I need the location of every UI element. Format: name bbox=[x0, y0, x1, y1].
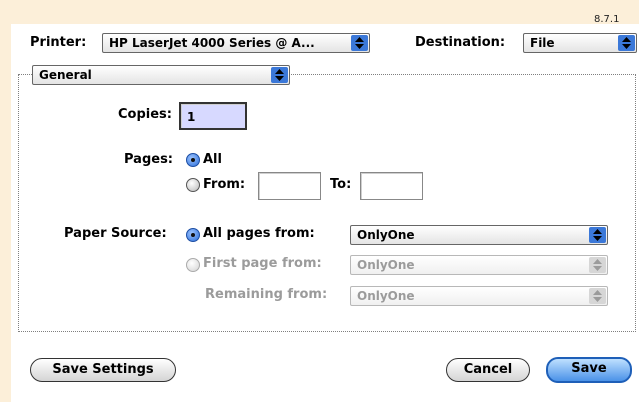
title-strip bbox=[0, 0, 639, 24]
updown-arrows-icon bbox=[618, 35, 635, 51]
first-page-select-value: OnlyOne bbox=[357, 258, 415, 272]
all-pages-select[interactable]: OnlyOne bbox=[350, 225, 608, 245]
destination-select-value: File bbox=[530, 36, 555, 50]
pages-from-label: From: bbox=[203, 177, 246, 192]
updown-arrows-icon bbox=[589, 227, 606, 243]
destination-label: Destination: bbox=[415, 35, 506, 50]
updown-arrows-icon bbox=[589, 288, 606, 304]
all-pages-label: All pages from: bbox=[203, 226, 315, 241]
printer-label: Printer: bbox=[30, 35, 87, 50]
updown-arrows-icon bbox=[271, 67, 288, 83]
pages-all-label: All bbox=[203, 152, 222, 167]
save-button[interactable]: Save bbox=[546, 357, 632, 383]
left-strip bbox=[0, 0, 11, 402]
printer-select[interactable]: HP LaserJet 4000 Series @ A... bbox=[102, 33, 370, 53]
first-page-radio[interactable] bbox=[186, 258, 200, 272]
pages-from-radio[interactable] bbox=[186, 178, 200, 192]
pages-label: Pages: bbox=[124, 152, 174, 167]
paper-source-label: Paper Source: bbox=[64, 226, 167, 241]
updown-arrows-icon bbox=[589, 257, 606, 273]
section-select-value: General bbox=[39, 68, 92, 82]
first-page-label: First page from: bbox=[203, 256, 322, 271]
all-pages-select-value: OnlyOne bbox=[357, 228, 415, 242]
pages-to-input[interactable] bbox=[360, 172, 423, 200]
all-pages-radio[interactable] bbox=[186, 228, 200, 242]
remaining-select-value: OnlyOne bbox=[357, 289, 415, 303]
printer-select-value: HP LaserJet 4000 Series @ A... bbox=[109, 36, 315, 50]
remaining-select[interactable]: OnlyOne bbox=[350, 286, 608, 306]
copies-label: Copies: bbox=[118, 107, 172, 122]
cancel-button[interactable]: Cancel bbox=[446, 358, 530, 382]
version-label: 8.7.1 bbox=[594, 14, 620, 25]
updown-arrows-icon bbox=[351, 35, 368, 51]
pages-from-input[interactable] bbox=[258, 172, 321, 200]
destination-select[interactable]: File bbox=[523, 33, 637, 53]
section-select[interactable]: General bbox=[32, 65, 290, 85]
first-page-select[interactable]: OnlyOne bbox=[350, 255, 608, 275]
remaining-label: Remaining from: bbox=[205, 287, 328, 302]
pages-to-label: To: bbox=[330, 177, 352, 192]
pages-all-radio[interactable] bbox=[186, 153, 200, 167]
print-dialog-page: 8.7.1 Printer: HP LaserJet 4000 Series @… bbox=[0, 0, 639, 402]
copies-input[interactable]: 1 bbox=[179, 102, 247, 130]
save-settings-button[interactable]: Save Settings bbox=[30, 358, 176, 382]
